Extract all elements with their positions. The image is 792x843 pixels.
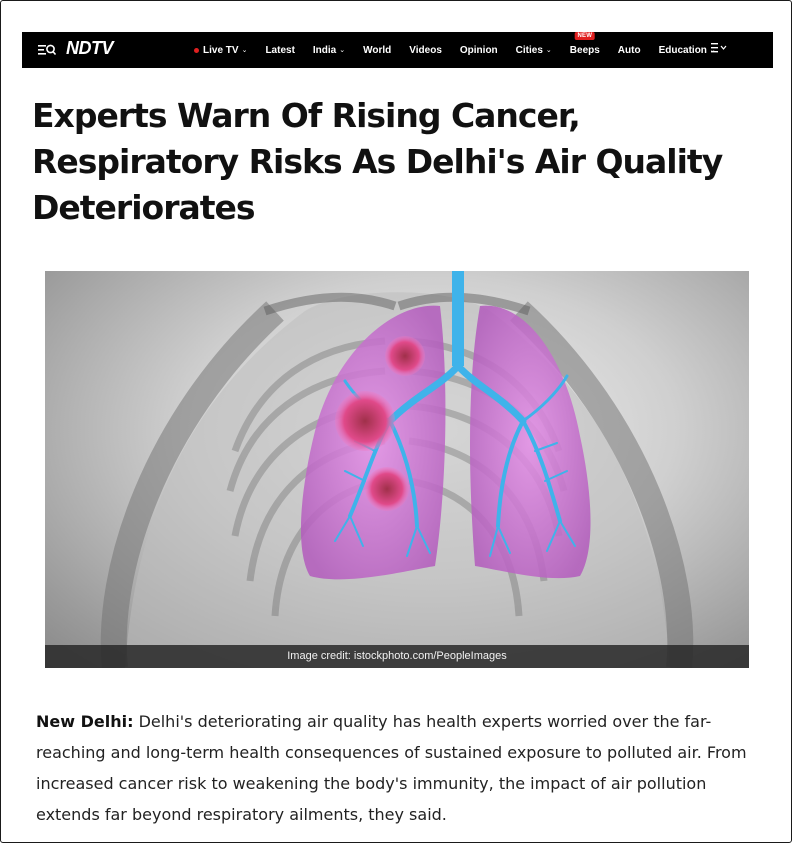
nav-item-auto[interactable]: Auto bbox=[618, 45, 641, 56]
live-dot-icon bbox=[194, 47, 199, 53]
nav-item-label: Videos bbox=[409, 44, 442, 56]
nav-item-label: India bbox=[312, 44, 337, 56]
nav-item-label: Cities bbox=[515, 44, 543, 56]
image-credit: Image credit: istockphoto.com/PeopleImag… bbox=[45, 645, 749, 668]
chevron-down-icon: ⌄ bbox=[339, 47, 346, 54]
nav-item-opinion[interactable]: Opinion bbox=[460, 45, 498, 56]
menu-search-icon[interactable] bbox=[38, 42, 57, 58]
nav-item-label: Auto bbox=[617, 44, 641, 56]
lungs-xray-illustration bbox=[100, 271, 694, 668]
nav-item-world[interactable]: World bbox=[363, 45, 391, 56]
nav-item-live-tv[interactable]: Live TV ⌄ bbox=[194, 45, 247, 56]
article-headline: Experts Warn Of Rising Cancer, Respirato… bbox=[32, 96, 723, 227]
main-nav: Live TV ⌄ Latest India ⌄ World Videos Opinion Ci… bbox=[194, 31, 734, 68]
chevron-down-icon: ⌄ bbox=[545, 47, 552, 54]
nav-item-education[interactable]: Education ⌄ bbox=[659, 45, 716, 56]
new-badge: NEW bbox=[574, 31, 596, 40]
dateline: New Delhi: bbox=[36, 712, 134, 731]
nav-item-label: Live TV bbox=[203, 44, 239, 56]
hamburger-icon[interactable] bbox=[711, 43, 727, 53]
nav-item-latest[interactable]: Latest bbox=[265, 45, 294, 56]
nav-item-beeps[interactable]: Beeps NEW bbox=[569, 31, 600, 56]
nav-item-label: Beeps bbox=[569, 44, 600, 56]
ndtv-logo[interactable]: NDTV bbox=[66, 38, 114, 59]
lead-text: Delhi's deteriorating air quality has he… bbox=[36, 712, 747, 824]
article-lead-paragraph: New Delhi: Delhi's deteriorating air qua… bbox=[36, 706, 748, 830]
nav-item-label: Latest bbox=[265, 44, 295, 56]
top-navbar: NDTV Live TV ⌄ Latest India ⌄ World Videos Opin… bbox=[22, 31, 773, 68]
nav-item-label: Opinion bbox=[459, 44, 498, 56]
nav-item-videos[interactable]: Videos bbox=[409, 45, 442, 56]
page-frame: NDTV Live TV ⌄ Latest India ⌄ World Videos Opin… bbox=[0, 0, 792, 843]
nav-item-india[interactable]: India ⌄ bbox=[313, 45, 345, 56]
nav-item-cities[interactable]: Cities ⌄ bbox=[516, 45, 552, 56]
article-hero-image[interactable]: Image credit: istockphoto.com/PeopleImag… bbox=[45, 271, 749, 668]
nav-item-label: Education bbox=[658, 44, 707, 56]
nav-item-label: World bbox=[363, 44, 392, 56]
chevron-down-icon: ⌄ bbox=[241, 47, 248, 54]
